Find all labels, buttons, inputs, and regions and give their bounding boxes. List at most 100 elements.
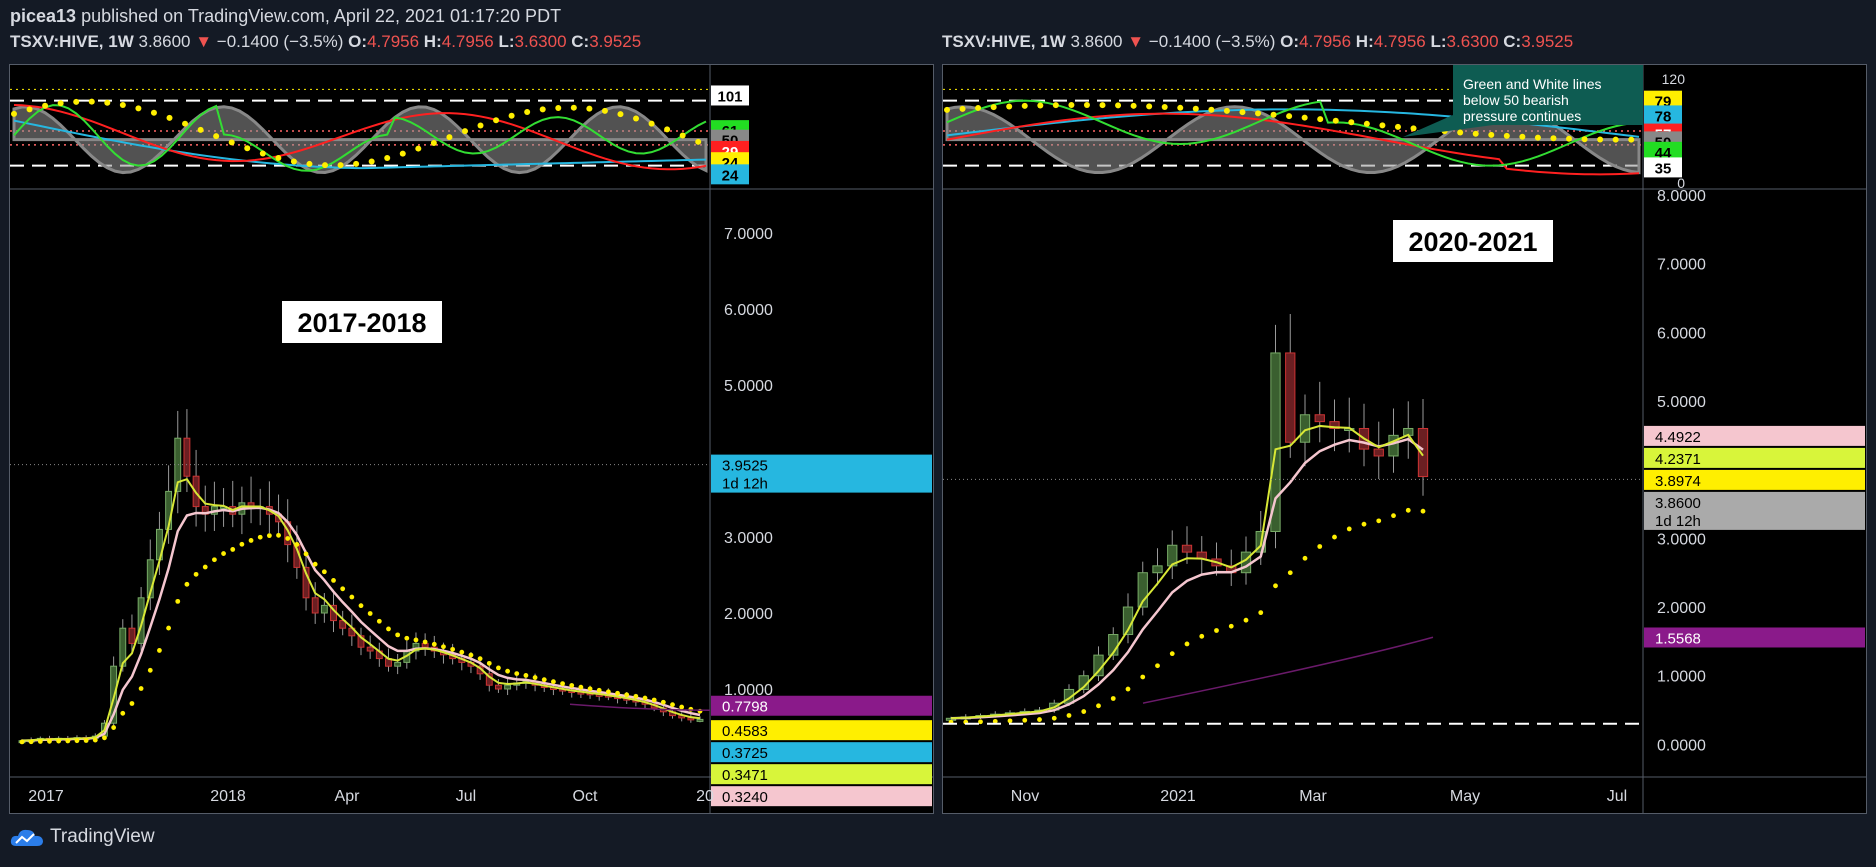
trend-dot (138, 686, 144, 691)
osc-dot (617, 111, 624, 118)
trend-dot (102, 735, 107, 741)
open-label: O: (348, 32, 368, 51)
trend-dot (1346, 526, 1352, 532)
osc-dot (493, 117, 500, 124)
trend-dot (1199, 633, 1205, 639)
osc-dot (477, 122, 484, 129)
osc-dot (695, 138, 702, 145)
trend-dot (19, 739, 25, 745)
high-label: H: (1355, 32, 1374, 51)
trend-dot (248, 538, 254, 543)
trend-dot (65, 738, 71, 744)
price-tick-label: 6.0000 (1657, 325, 1706, 342)
last-price: 3.8600 (138, 32, 191, 51)
osc-dot (166, 114, 173, 121)
trend-dot (239, 541, 245, 547)
osc-dot (306, 160, 313, 167)
close-value: 3.9525 (1521, 32, 1574, 51)
open-label: O: (1280, 32, 1300, 51)
osc-dot (1239, 109, 1246, 116)
time-tick-label: Apr (335, 788, 361, 805)
symbol-line-left: TSXV:HIVE, 1W 3.8600 ▼ −0.1400 (−3.5%) O… (10, 32, 641, 52)
osc-dot (1161, 104, 1168, 111)
trend-dot (633, 693, 639, 699)
osc-dot (244, 145, 251, 152)
trend-dot (514, 671, 520, 677)
osc-dot (524, 109, 531, 116)
osc-dot (1472, 130, 1479, 137)
trend-dot (367, 611, 373, 616)
osc-dot (42, 102, 49, 109)
trend-dot (1007, 718, 1013, 724)
trend-dot (1051, 715, 1057, 721)
price-tick-label: 6.0000 (724, 302, 773, 319)
osc-dot (1379, 122, 1386, 129)
osc-dot (1037, 102, 1044, 109)
publish-text: published on TradingView.com, April 22, … (81, 6, 562, 26)
osc-dot (555, 104, 562, 111)
osc-dot (1628, 136, 1635, 143)
time-tick-label: May (1450, 788, 1480, 805)
tradingview-logo[interactable]: TradingView (10, 826, 155, 848)
osc-dot (1597, 136, 1604, 143)
trend-dot (587, 686, 593, 692)
trend-dot (660, 699, 666, 705)
trend-dot (1361, 521, 1367, 527)
price-badge-value: 0.4583 (722, 723, 768, 740)
author-name[interactable]: picea13 (10, 6, 76, 26)
osc-dot (1301, 114, 1308, 121)
chart-panel-right[interactable]: 8.0000 7.0000 6.0000 5.0000 3.0000 2.0000 1.00… (942, 64, 1867, 814)
trend-dot (349, 594, 355, 600)
osc-dot (399, 150, 406, 157)
osc-dot (1488, 131, 1495, 138)
period-annotation-label: 2020-2021 (1408, 227, 1537, 257)
brand-name: TradingView (50, 826, 155, 847)
close-value: 3.9525 (589, 32, 642, 51)
candle-body (183, 437, 191, 477)
osc-dot (353, 160, 360, 167)
osc-dot (1115, 102, 1122, 109)
trend-dot (129, 701, 135, 706)
trend-dot (1317, 544, 1323, 549)
trend-dot (486, 660, 492, 666)
trend-dot (560, 681, 565, 687)
time-tick-label: Mar (1299, 788, 1327, 805)
osc-dot (1550, 135, 1557, 142)
candle-body (1388, 434, 1399, 457)
osc-dot (601, 107, 608, 114)
symbol-name: TSXV:HIVE, 1W (10, 32, 134, 51)
trend-dot (230, 547, 236, 552)
trend-dot (431, 641, 437, 647)
trend-dot (312, 561, 318, 567)
long-ma-line (1142, 636, 1434, 704)
trend-dot (212, 557, 217, 563)
osc-dot (1394, 123, 1401, 130)
osc-dot (1083, 102, 1090, 109)
candle-body (1093, 654, 1104, 677)
close-label: C: (1503, 32, 1522, 51)
chart-svg-left[interactable]: 7.00006.00005.00003.00002.00001.00001016… (10, 65, 933, 813)
chart-svg-right[interactable]: 8.00007.00006.00005.00003.00002.00001.00… (943, 65, 1866, 813)
trend-dot (285, 536, 291, 541)
symbol-line-right: TSXV:HIVE, 1W 3.8600 ▼ −0.1400 (−3.5%) O… (942, 32, 1573, 52)
candle-body (320, 604, 328, 614)
osc-dot (1255, 110, 1262, 117)
chart-panel-left[interactable]: 7.00006.00005.00003.00002.00001.00001016… (9, 64, 934, 814)
osc-dot (275, 155, 282, 162)
trend-dot (1228, 623, 1234, 629)
osc-dot (88, 98, 95, 105)
trend-dot (468, 652, 474, 658)
trend-dot (120, 710, 126, 716)
osc-dot (1130, 102, 1137, 109)
osc-badge-label: 24 (722, 167, 739, 184)
osc-dot (337, 162, 344, 169)
trend-dot (1081, 709, 1087, 714)
trend-dot (551, 679, 556, 685)
price-tick-label: 0.0000 (1657, 737, 1706, 754)
osc-dot (322, 162, 329, 169)
candle-body (504, 684, 512, 690)
note-line: Green and White lines (1463, 76, 1602, 92)
trend-dot (166, 625, 171, 631)
trend-dot (1155, 663, 1160, 669)
high-value: 4.7956 (441, 32, 494, 51)
